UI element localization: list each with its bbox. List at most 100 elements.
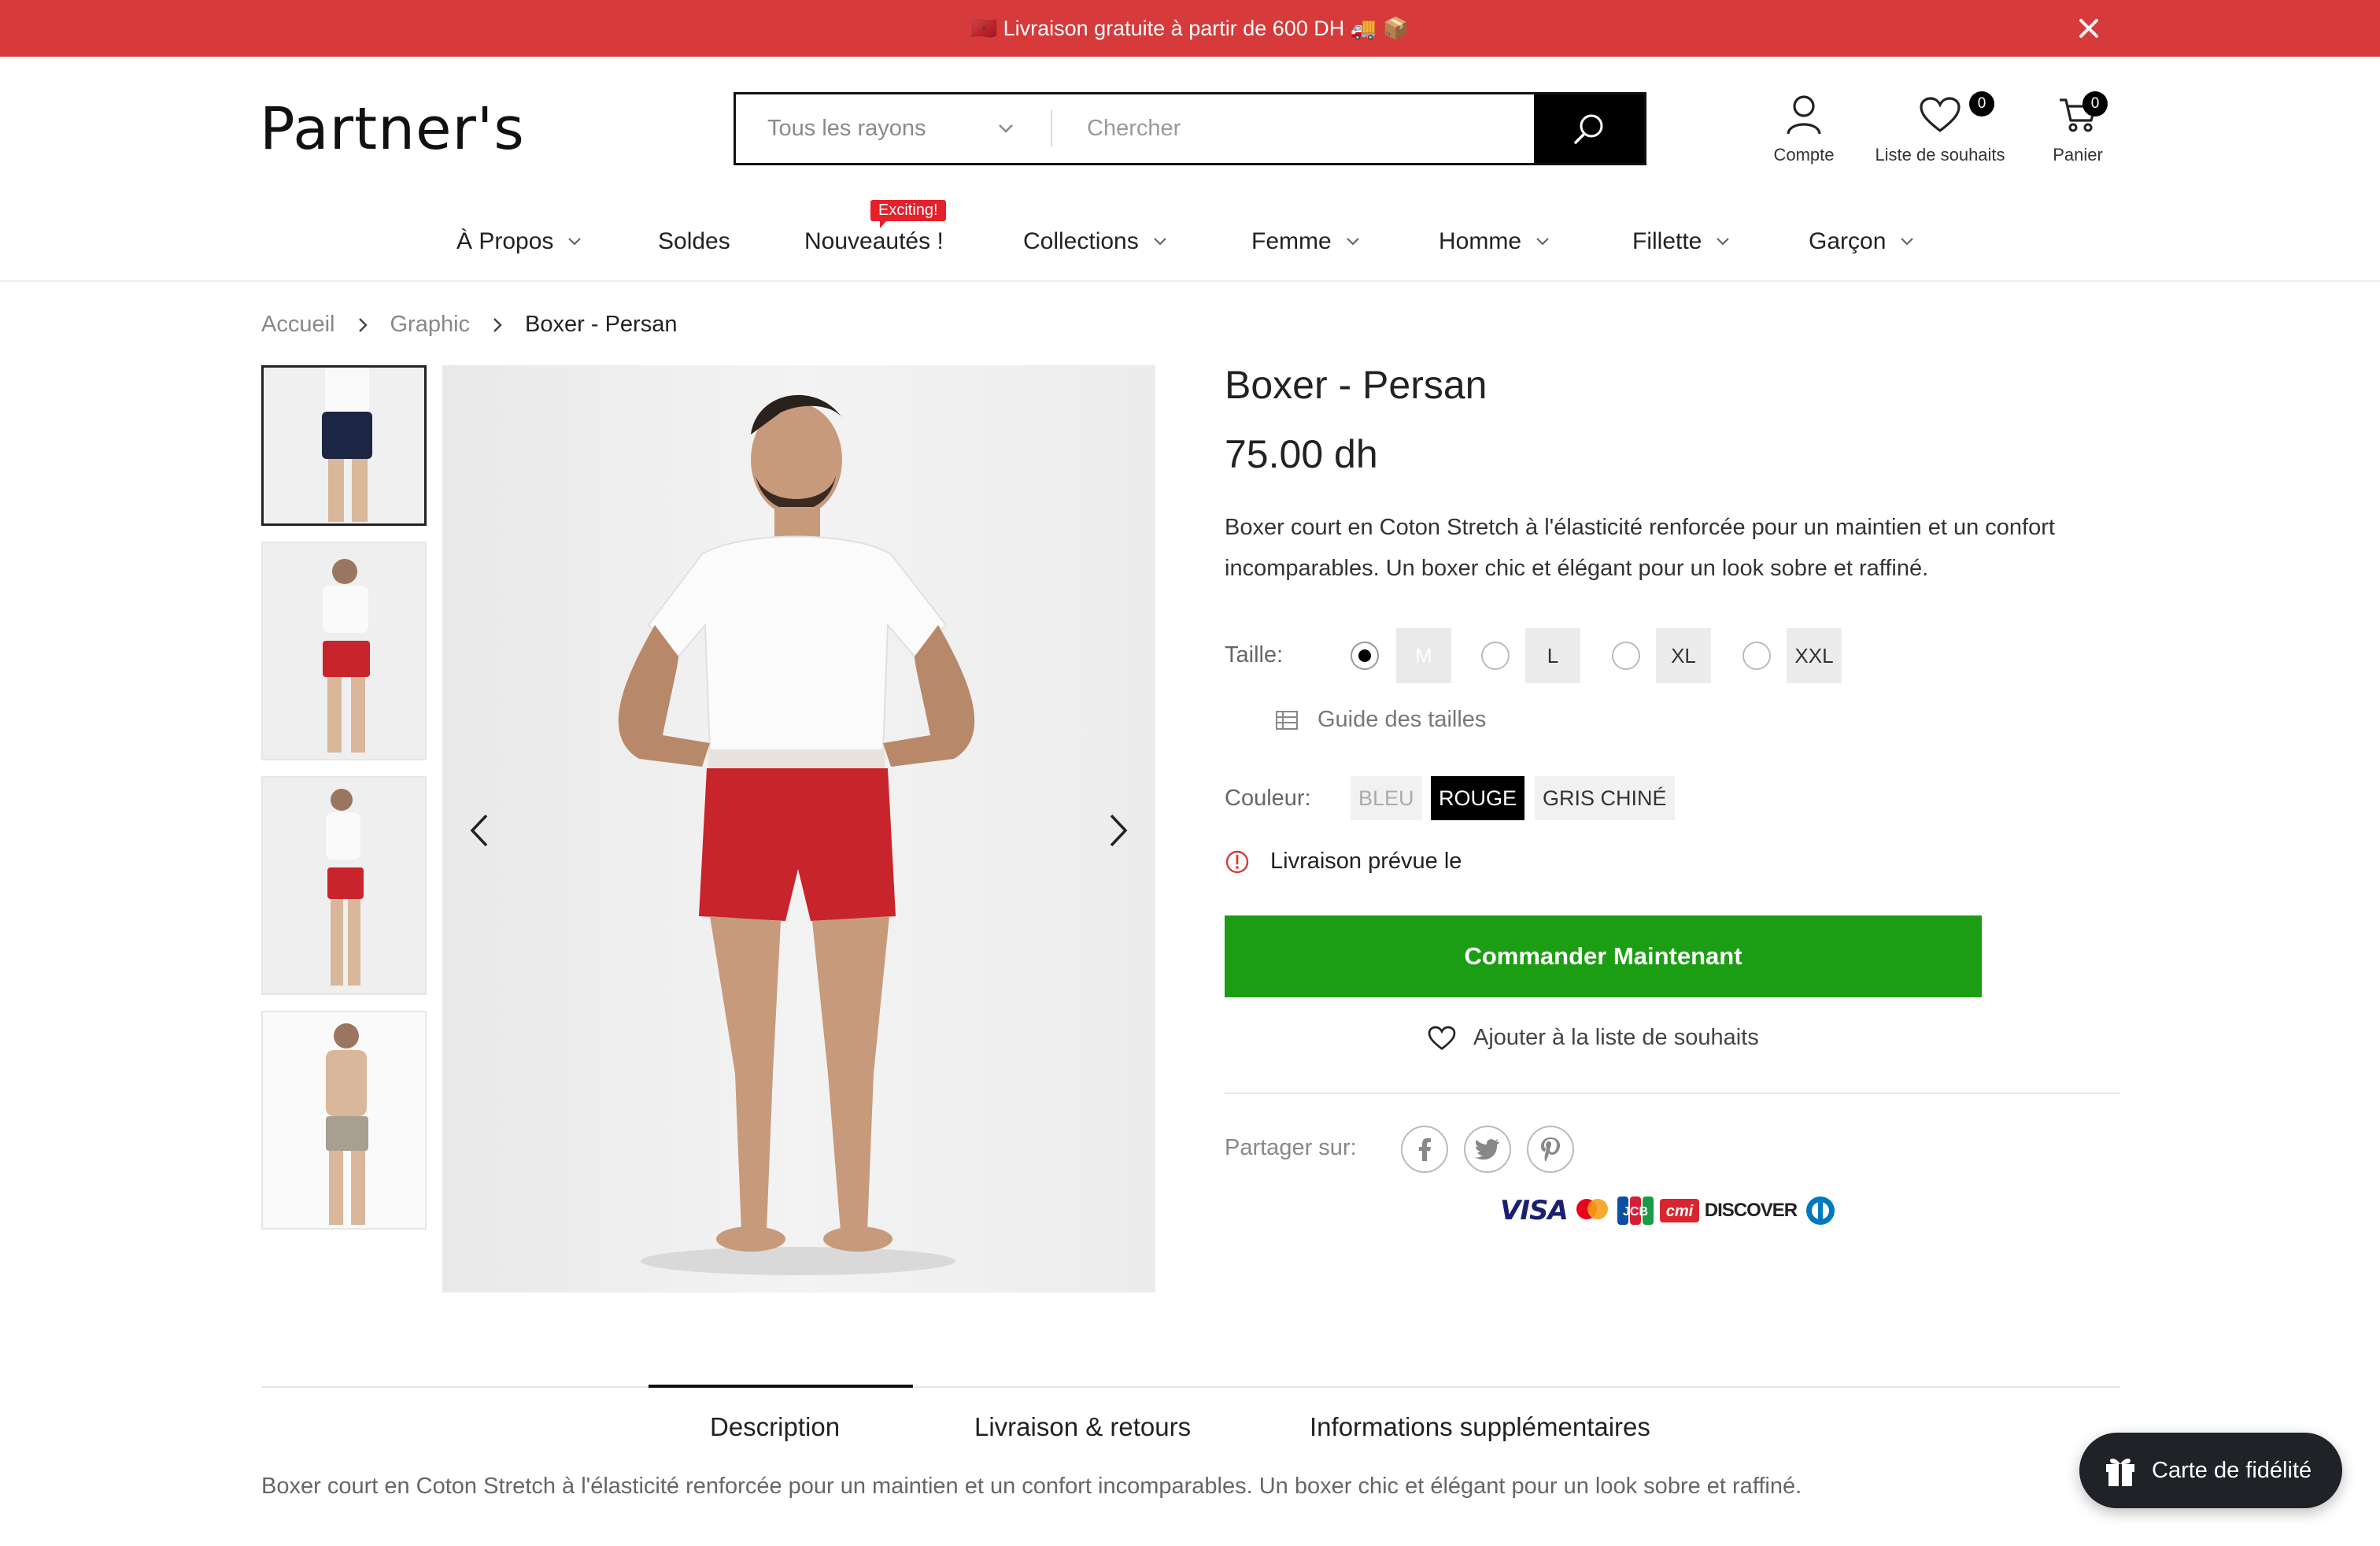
previous-image-arrow[interactable] — [464, 811, 496, 850]
department-select-value: Tous les rayons — [767, 116, 926, 141]
size-option-l[interactable]: L — [1525, 628, 1580, 683]
add-to-wishlist-link[interactable]: Ajouter à la liste de souhaits — [1428, 1025, 1759, 1051]
tabs-divider — [261, 1386, 2120, 1388]
diners-club-logo — [1806, 1196, 1835, 1225]
size-radio-xxl[interactable] — [1743, 642, 1771, 670]
color-option-bleu[interactable]: BLEU — [1351, 776, 1422, 820]
tab-description-content: Boxer court en Coton Stretch à l'élastic… — [261, 1474, 1802, 1499]
size-radio-xl[interactable] — [1612, 642, 1640, 670]
cart-label: Panier — [2053, 145, 2103, 165]
loyalty-card-button[interactable]: Carte de fidélité — [2079, 1433, 2342, 1508]
tab-additional-info[interactable]: Informations supplémentaires — [1310, 1412, 1650, 1442]
search-icon — [1574, 114, 1603, 144]
breadcrumb-current: Boxer - Persan — [525, 312, 678, 337]
active-tab-indicator — [649, 1385, 913, 1388]
thumbnail-image — [264, 368, 424, 523]
share-twitter-button[interactable] — [1464, 1126, 1511, 1173]
next-image-arrow[interactable] — [1102, 811, 1133, 850]
nav-item-label: Nouveautés ! — [804, 228, 944, 254]
chevron-down-icon — [1717, 238, 1730, 246]
table-icon — [1276, 710, 1298, 730]
product-thumbnail[interactable] — [261, 365, 427, 526]
color-option-gris-chine[interactable]: GRIS CHINÉ — [1535, 776, 1675, 820]
nav-item-collections[interactable]: Collections — [1023, 228, 1167, 255]
wishlist-count-badge: 0 — [1969, 91, 1994, 117]
share-facebook-button[interactable] — [1401, 1126, 1448, 1173]
size-radio-l[interactable] — [1481, 642, 1510, 670]
product-main-image — [442, 365, 1155, 1293]
chevron-down-icon — [1153, 238, 1166, 246]
nav-item-label: Fillette — [1632, 228, 1702, 254]
tab-delivery-returns[interactable]: Livraison & retours — [974, 1412, 1191, 1442]
search-input[interactable] — [1052, 94, 1534, 163]
chevron-down-icon — [1346, 238, 1359, 246]
cart-link[interactable]: 0 Panier — [2045, 91, 2111, 165]
cmi-logo: cmi — [1659, 1199, 1699, 1222]
nav-item-label: Collections — [1023, 228, 1139, 254]
search-bar: Tous les rayons — [734, 92, 1646, 165]
loyalty-card-label: Carte de fidélité — [2152, 1457, 2312, 1483]
alert-circle-icon — [1225, 850, 1249, 873]
nav-item-label: Femme — [1251, 228, 1332, 254]
twitter-icon — [1475, 1139, 1499, 1160]
breadcrumb: Accueil Graphic Boxer - Persan — [261, 312, 677, 338]
site-logo[interactable]: Partner's — [260, 98, 525, 161]
nav-item-homme[interactable]: Homme — [1439, 228, 1550, 255]
facebook-icon — [1419, 1138, 1431, 1161]
svg-text:JCB: JCB — [1623, 1205, 1648, 1219]
product-thumbnail[interactable] — [261, 1011, 427, 1230]
thumbnail-image — [263, 1012, 425, 1228]
heart-icon — [1428, 1026, 1456, 1050]
gift-icon — [2106, 1459, 2134, 1486]
add-to-wishlist-label: Ajouter à la liste de souhaits — [1473, 1025, 1759, 1050]
order-now-button[interactable]: Commander Maintenant — [1225, 915, 1982, 997]
nav-item-femme[interactable]: Femme — [1251, 228, 1360, 255]
account-link[interactable]: Compte — [1766, 91, 1842, 165]
nav-item-garcon[interactable]: Garçon — [1809, 228, 1914, 255]
exciting-badge: Exciting! — [870, 200, 946, 228]
user-icon — [1787, 95, 1821, 135]
share-pinterest-button[interactable] — [1527, 1126, 1574, 1173]
divider — [1225, 1093, 2120, 1094]
breadcrumb-category[interactable]: Graphic — [390, 312, 471, 338]
heart-icon — [1920, 97, 1961, 133]
product-thumbnail[interactable] — [261, 776, 427, 995]
nav-item-label: Garçon — [1809, 228, 1887, 254]
color-label: Couleur: — [1225, 786, 1311, 811]
size-option-xl[interactable]: XL — [1656, 628, 1711, 683]
nav-item-nouveautes[interactable]: Nouveautés ! — [804, 228, 944, 255]
nav-item-fillette[interactable]: Fillette — [1632, 228, 1730, 255]
product-thumbnail[interactable] — [261, 542, 427, 760]
nav-item-a-propos[interactable]: À Propos — [456, 228, 582, 255]
product-title: Boxer - Persan — [1225, 363, 1488, 407]
thumbnail-image — [263, 543, 425, 759]
size-guide-label: Guide des tailles — [1318, 707, 1487, 732]
department-select[interactable]: Tous les rayons — [736, 94, 1051, 163]
announcement-bar: 🇲🇦 Livraison gratuite à partir de 600 DH… — [0, 0, 2380, 57]
color-option-rouge[interactable]: ROUGE — [1431, 776, 1525, 820]
tab-description[interactable]: Description — [710, 1412, 840, 1442]
size-label: Taille: — [1225, 642, 1284, 668]
product-price: 75.00 dh — [1225, 432, 1378, 476]
size-guide-link[interactable]: Guide des tailles — [1275, 707, 1486, 733]
chevron-right-icon — [357, 316, 368, 334]
size-option-xxl[interactable]: XXL — [1787, 628, 1842, 683]
size-option-m[interactable]: M — [1396, 628, 1451, 683]
close-icon[interactable] — [2075, 14, 2103, 43]
jcb-logo: JCB — [1617, 1196, 1654, 1225]
chevron-left-icon — [470, 814, 488, 847]
delivery-text: Livraison prévue le — [1270, 849, 1462, 874]
chevron-down-icon — [1901, 238, 1914, 246]
nav-item-soldes[interactable]: Soldes — [658, 228, 730, 255]
chevron-down-icon — [568, 238, 582, 246]
thumbnail-image — [263, 778, 425, 993]
breadcrumb-home[interactable]: Accueil — [261, 312, 335, 338]
delivery-estimate: Livraison prévue le — [1225, 849, 1462, 875]
size-radio-m[interactable] — [1351, 642, 1379, 670]
search-button[interactable] — [1534, 94, 1644, 163]
wishlist-link[interactable]: 0 Liste de souhaits — [1867, 91, 2013, 165]
chevron-right-icon — [1110, 814, 1128, 847]
visa-logo: VISA — [1500, 1195, 1569, 1226]
nav-item-label: Soldes — [658, 228, 730, 254]
account-label: Compte — [1773, 145, 1835, 165]
